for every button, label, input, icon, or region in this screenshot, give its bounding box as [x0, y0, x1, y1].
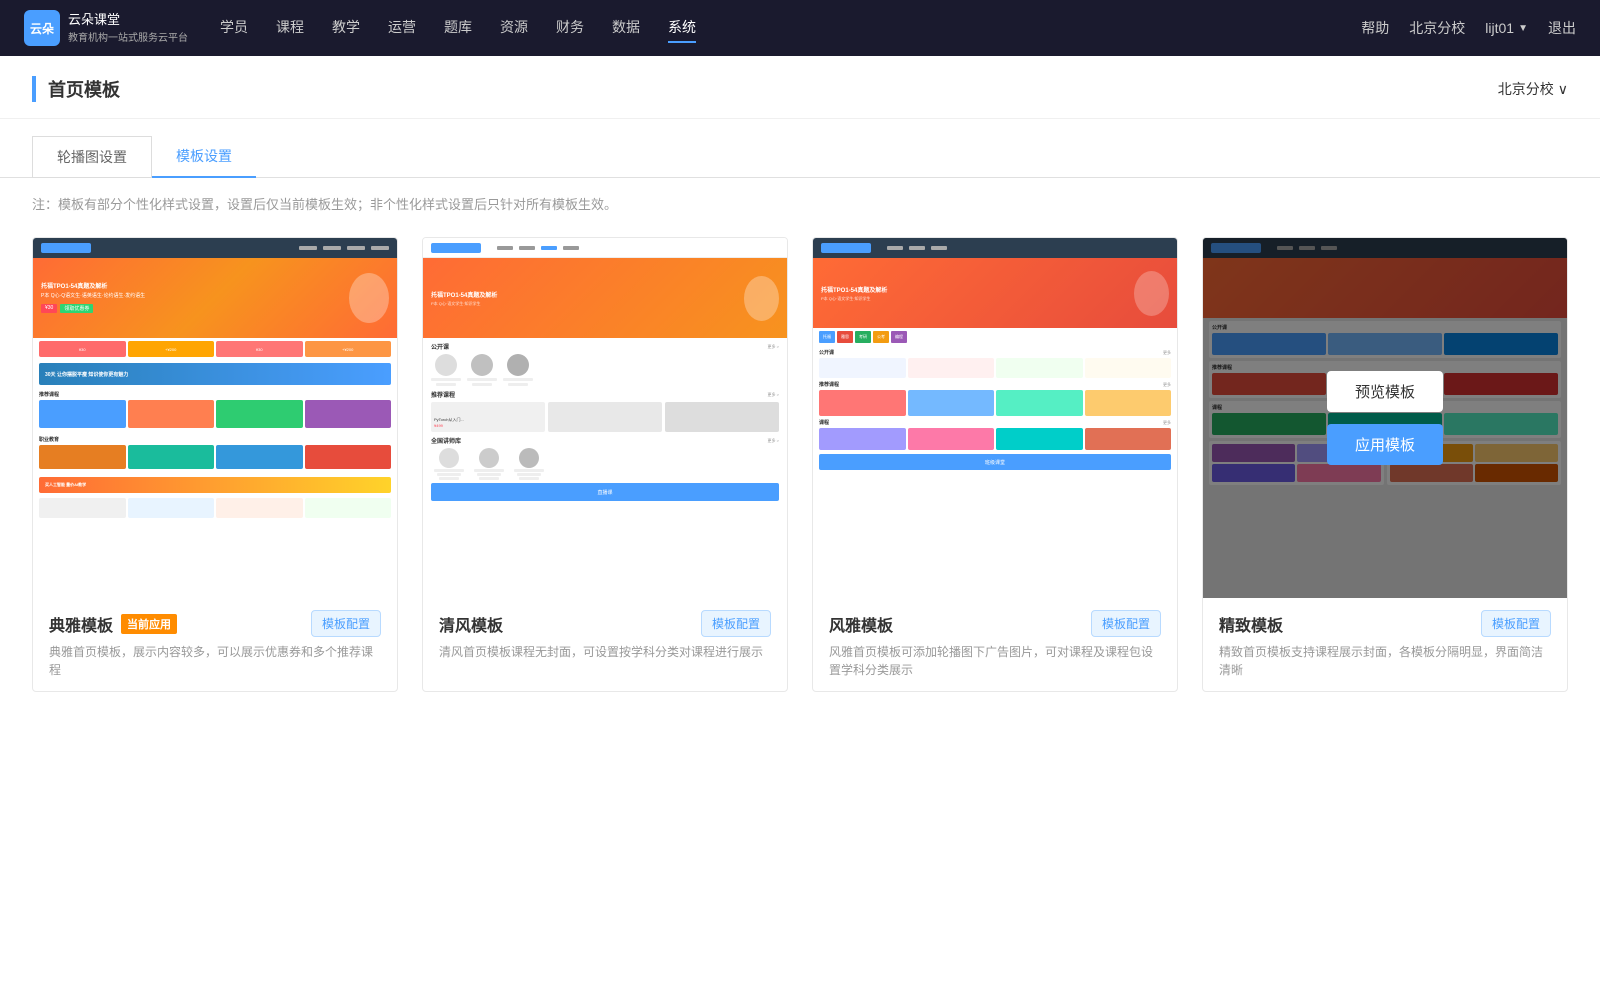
template-name-fengYa: 风雅模板 — [829, 612, 893, 636]
nav-item-resource[interactable]: 资源 — [500, 13, 528, 43]
tabs-container: 轮播图设置 模板设置 — [0, 135, 1600, 178]
config-button-qingFeng[interactable]: 模板配置 — [701, 610, 771, 637]
nav-item-teaching[interactable]: 教学 — [332, 13, 360, 43]
template-footer-fengYa: 风雅模板 模板配置 风雅首页模板可添加轮播图下广告图片，可对课程及课程包设置学科… — [813, 598, 1177, 691]
template-name-qingFeng: 清风模板 — [439, 612, 503, 636]
navigation: 云朵 云朵课堂 教育机构一站式服务云平台 学员 课程 教学 运营 题库 资源 财… — [0, 0, 1600, 56]
template-overlay-jingZhi: 预览模板 应用模板 — [1203, 238, 1567, 598]
current-badge: 当前应用 — [121, 614, 177, 634]
user-menu[interactable]: lijt01 ▼ — [1485, 20, 1528, 36]
branch-label: 北京分校 — [1498, 79, 1554, 99]
template-desc-fengYa: 风雅首页模板可添加轮播图下广告图片，可对课程及课程包设置学科分类展示 — [829, 643, 1161, 679]
template-preview-jingZhi: 公开课 推荐课程 — [1203, 238, 1567, 598]
nav-item-ops[interactable]: 运营 — [388, 13, 416, 43]
nav-right: 帮助 北京分校 lijt01 ▼ 退出 — [1361, 18, 1576, 38]
template-name-jingZhi: 精致模板 — [1219, 612, 1283, 636]
template-preview-qingFeng: 托福TPO1-54真题及解析 P本 Q心·语文学生·知识学生 公开课 更多 > — [423, 238, 787, 598]
nav-item-system[interactable]: 系统 — [668, 13, 696, 43]
template-preview-dianYa: 托福TPO1-54真题及解析P本 Q心·Q语文生·语英语生·论约语生·发约语生 … — [33, 238, 397, 598]
logo: 云朵 云朵课堂 教育机构一站式服务云平台 — [24, 10, 188, 46]
nav-item-question[interactable]: 题库 — [444, 13, 472, 43]
page-content: 首页模板 北京分校 ∨ 轮播图设置 模板设置 注：模板有部分个性化样式设置，设置… — [0, 56, 1600, 990]
template-desc-dianYa: 典雅首页模板，展示内容较多，可以展示优惠券和多个推荐课程 — [49, 643, 381, 679]
nav-item-course[interactable]: 课程 — [276, 13, 304, 43]
help-link[interactable]: 帮助 — [1361, 18, 1389, 38]
logout-link[interactable]: 退出 — [1548, 18, 1576, 38]
user-dropdown-arrow: ▼ — [1518, 23, 1528, 34]
preview-template-button-jingZhi[interactable]: 预览模板 — [1327, 371, 1443, 412]
templates-grid: 托福TPO1-54真题及解析P本 Q心·Q语文生·语英语生·论约语生·发约语生 … — [0, 229, 1600, 724]
template-footer-jingZhi: 精致模板 模板配置 精致首页模板支持课程展示封面，各模板分隔明显，界面简洁清晰 — [1203, 598, 1567, 691]
tab-carousel[interactable]: 轮播图设置 — [32, 136, 152, 178]
template-footer-dianYa: 典雅模板 当前应用 模板配置 典雅首页模板，展示内容较多，可以展示优惠券和多个推… — [33, 598, 397, 691]
branch-name[interactable]: 北京分校 — [1409, 18, 1465, 38]
nav-item-finance[interactable]: 财务 — [556, 13, 584, 43]
page-title: 首页模板 — [32, 76, 120, 102]
template-desc-qingFeng: 清风首页模板课程无封面，可设置按学科分类对课程进行展示 — [439, 643, 771, 661]
config-button-fengYa[interactable]: 模板配置 — [1091, 610, 1161, 637]
nav-item-data[interactable]: 数据 — [612, 13, 640, 43]
template-card-fengYa: 托福TPO1-54真题及解析 P本 Q心·语文学生·知识学生 托福 雅思 考研 … — [812, 237, 1178, 692]
apply-template-button-jingZhi[interactable]: 应用模板 — [1327, 424, 1443, 465]
template-preview-fengYa: 托福TPO1-54真题及解析 P本 Q心·语文学生·知识学生 托福 雅思 考研 … — [813, 238, 1177, 598]
template-card-qingFeng: 托福TPO1-54真题及解析 P本 Q心·语文学生·知识学生 公开课 更多 > — [422, 237, 788, 692]
note-text: 注：模板有部分个性化样式设置，设置后仅当前模板生效；非个性化样式设置后只针对所有… — [0, 178, 1600, 229]
branch-dropdown-arrow: ∨ — [1558, 81, 1568, 98]
nav-item-student[interactable]: 学员 — [220, 13, 248, 43]
template-name-dianYa: 典雅模板 当前应用 — [49, 612, 177, 636]
template-desc-jingZhi: 精致首页模板支持课程展示封面，各模板分隔明显，界面简洁清晰 — [1219, 643, 1551, 679]
nav-left: 云朵 云朵课堂 教育机构一站式服务云平台 学员 课程 教学 运营 题库 资源 财… — [24, 10, 696, 46]
logo-text-block: 云朵课堂 教育机构一站式服务云平台 — [68, 12, 188, 44]
logo-icon: 云朵 — [24, 10, 60, 46]
username: lijt01 — [1485, 20, 1514, 36]
nav-menu: 学员 课程 教学 运营 题库 资源 财务 数据 系统 — [220, 13, 696, 43]
logo-subtext: 教育机构一站式服务云平台 — [68, 29, 188, 44]
branch-selector[interactable]: 北京分校 ∨ — [1498, 79, 1568, 99]
logo-text: 云朵课堂 — [68, 12, 188, 29]
template-card-dianYa: 托福TPO1-54真题及解析P本 Q心·Q语文生·语英语生·论约语生·发约语生 … — [32, 237, 398, 692]
page-header: 首页模板 北京分校 ∨ — [0, 56, 1600, 119]
config-button-dianYa[interactable]: 模板配置 — [311, 610, 381, 637]
tab-template[interactable]: 模板设置 — [152, 136, 256, 178]
template-card-jingZhi: 公开课 推荐课程 — [1202, 237, 1568, 692]
config-button-jingZhi[interactable]: 模板配置 — [1481, 610, 1551, 637]
template-footer-qingFeng: 清风模板 模板配置 清风首页模板课程无封面，可设置按学科分类对课程进行展示 — [423, 598, 787, 673]
